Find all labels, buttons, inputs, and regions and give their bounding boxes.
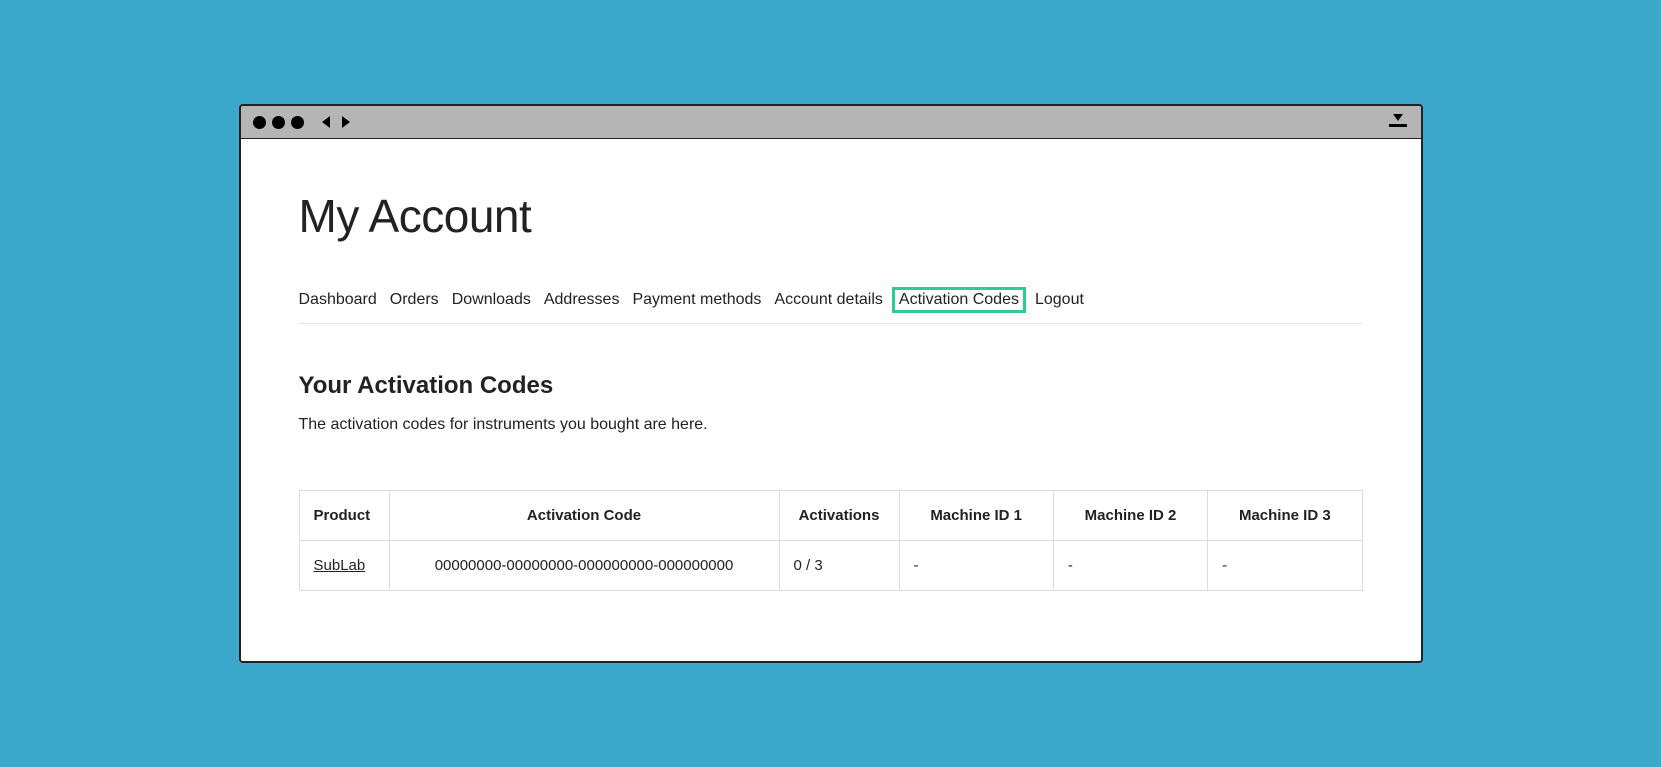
forward-icon[interactable]	[342, 116, 350, 128]
account-nav-tabs: Dashboard Orders Downloads Addresses Pay…	[299, 291, 1363, 324]
th-machine-id-2: Machine ID 2	[1053, 491, 1207, 541]
maximize-window-icon[interactable]	[291, 116, 304, 129]
th-machine-id-1: Machine ID 1	[899, 491, 1053, 541]
nav-arrows	[322, 116, 350, 128]
th-machine-id-3: Machine ID 3	[1208, 491, 1362, 541]
th-activations: Activations	[779, 491, 899, 541]
cell-machine-id-2: -	[1053, 541, 1207, 591]
table-row: SubLab 00000000-00000000-000000000-00000…	[299, 541, 1362, 591]
th-product: Product	[299, 491, 389, 541]
tab-payment-methods[interactable]: Payment methods	[632, 291, 761, 309]
activation-codes-table: Product Activation Code Activations Mach…	[299, 490, 1363, 591]
window-controls	[253, 116, 304, 129]
page-content: My Account Dashboard Orders Downloads Ad…	[241, 139, 1421, 661]
browser-titlebar	[241, 106, 1421, 139]
tab-orders[interactable]: Orders	[390, 291, 439, 309]
cell-machine-id-3: -	[1208, 541, 1362, 591]
tab-addresses[interactable]: Addresses	[544, 291, 620, 309]
product-link[interactable]: SubLab	[314, 557, 366, 574]
cell-machine-id-1: -	[899, 541, 1053, 591]
cell-activations: 0 / 3	[779, 541, 899, 591]
tab-downloads[interactable]: Downloads	[452, 291, 531, 309]
tab-account-details[interactable]: Account details	[774, 291, 883, 309]
minimize-window-icon[interactable]	[272, 116, 285, 129]
tab-logout[interactable]: Logout	[1035, 291, 1084, 309]
page-title: My Account	[299, 189, 1363, 243]
cell-product: SubLab	[299, 541, 389, 591]
close-window-icon[interactable]	[253, 116, 266, 129]
back-icon[interactable]	[322, 116, 330, 128]
download-icon[interactable]	[1389, 114, 1407, 127]
th-activation-code: Activation Code	[389, 491, 779, 541]
table-header-row: Product Activation Code Activations Mach…	[299, 491, 1362, 541]
cell-activation-code: 00000000-00000000-000000000-000000000	[389, 541, 779, 591]
section-description: The activation codes for instruments you…	[299, 416, 1363, 434]
tab-dashboard[interactable]: Dashboard	[299, 291, 377, 309]
section-title: Your Activation Codes	[299, 372, 1363, 400]
tab-activation-codes[interactable]: Activation Codes	[892, 287, 1026, 313]
browser-window: My Account Dashboard Orders Downloads Ad…	[239, 104, 1423, 663]
